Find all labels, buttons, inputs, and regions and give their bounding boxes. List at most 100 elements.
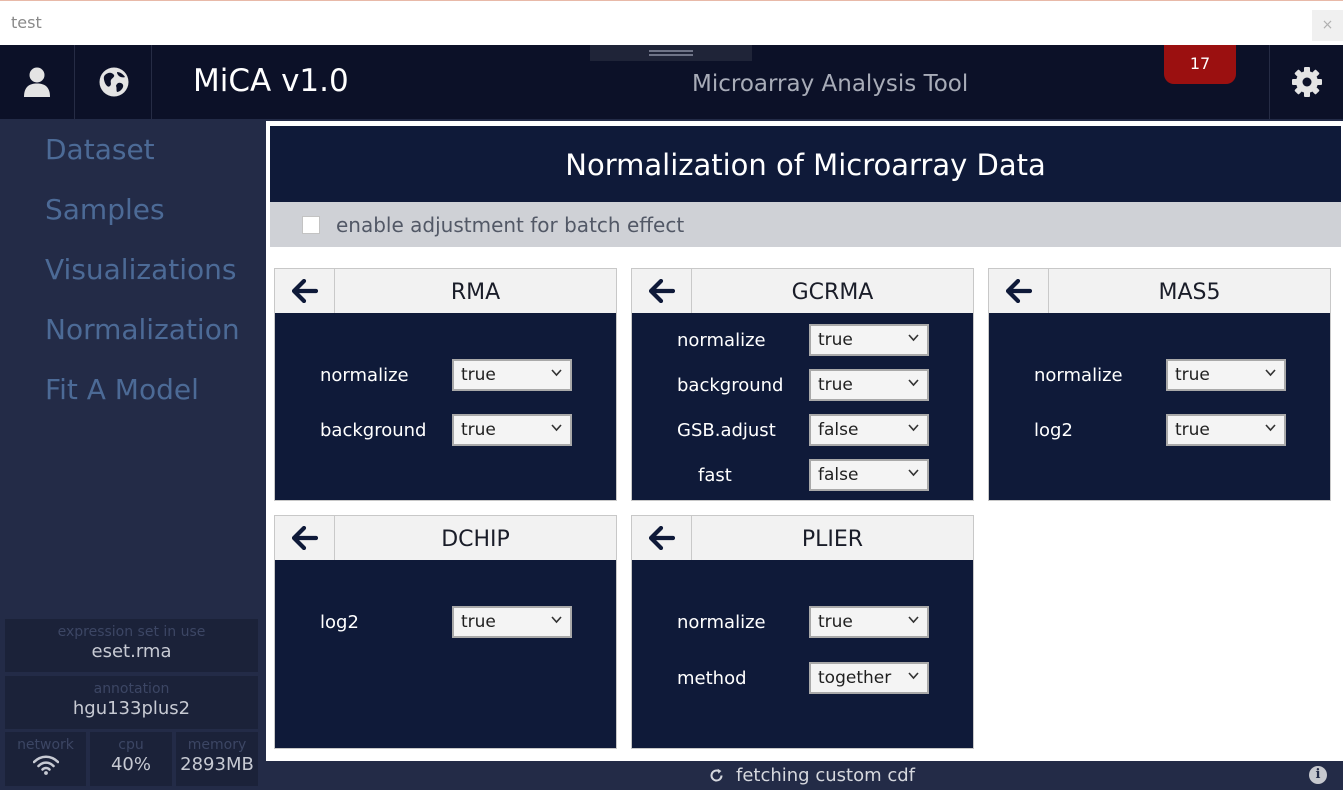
chevron-down-icon bbox=[551, 369, 562, 377]
window-title: test bbox=[11, 13, 42, 32]
plier-method-label: method bbox=[677, 668, 747, 689]
network-box: network bbox=[5, 732, 86, 786]
plier-normalize-select[interactable]: true bbox=[809, 606, 929, 638]
plier-method-select[interactable]: together bbox=[809, 662, 929, 694]
user-icon bbox=[24, 67, 50, 97]
cpu-value: 40% bbox=[110, 754, 151, 775]
panel-title: MAS5 bbox=[1158, 280, 1221, 305]
chevron-down-icon bbox=[908, 672, 919, 680]
gcrma-normalize-label: normalize bbox=[677, 330, 766, 351]
arrow-left-icon bbox=[291, 526, 318, 550]
chevron-down-icon bbox=[908, 469, 919, 477]
main-content: Normalization of Microarray Data enable … bbox=[263, 119, 1343, 761]
panel-header: RMA bbox=[275, 269, 616, 313]
expression-set-label: expression set in use bbox=[57, 624, 206, 640]
drag-handle[interactable] bbox=[590, 45, 752, 61]
app-subtitle: Microarray Analysis Tool bbox=[692, 71, 969, 97]
select-value: true bbox=[818, 375, 853, 395]
app-window: test × MiCA v1.0 Microarray Analysis Too… bbox=[0, 0, 1343, 790]
nav-item-dataset[interactable]: Dataset bbox=[45, 133, 155, 166]
batch-effect-label: enable adjustment for batch effect bbox=[336, 213, 685, 237]
settings-button[interactable] bbox=[1269, 45, 1343, 119]
select-value: false bbox=[818, 420, 859, 440]
notification-badge[interactable]: 17 bbox=[1164, 45, 1236, 84]
rma-normalize-select[interactable]: true bbox=[452, 359, 572, 391]
batch-effect-checkbox[interactable] bbox=[302, 216, 320, 234]
mas5-back-button[interactable] bbox=[989, 269, 1049, 313]
refresh-icon bbox=[710, 768, 723, 782]
gear-icon bbox=[1291, 67, 1322, 97]
panel-header: MAS5 bbox=[989, 269, 1330, 313]
panel-header: DCHIP bbox=[275, 516, 616, 560]
batch-effect-bar: enable adjustment for batch effect bbox=[270, 202, 1341, 247]
chevron-down-icon bbox=[1265, 369, 1276, 377]
arrow-left-icon bbox=[291, 279, 318, 303]
dchip-back-button[interactable] bbox=[275, 516, 335, 560]
dchip-log2-label: log2 bbox=[320, 612, 359, 633]
cpu-label: cpu bbox=[118, 737, 144, 753]
panel-mas5: MAS5 normalize true log2 true bbox=[988, 268, 1331, 501]
sidebar: Dataset Samples Visualizations Normaliza… bbox=[0, 119, 263, 790]
panel-title: RMA bbox=[450, 280, 501, 305]
window-close-button[interactable]: × bbox=[1312, 10, 1343, 41]
select-value: true bbox=[461, 420, 496, 440]
rma-back-button[interactable] bbox=[275, 269, 335, 313]
arrow-left-icon bbox=[648, 526, 675, 550]
memory-value: 2893MB bbox=[180, 754, 254, 775]
annotation-box: annotation hgu133plus2 bbox=[5, 676, 258, 729]
panel-dchip: DCHIP log2 true bbox=[274, 515, 617, 749]
nav-item-fit-a-model[interactable]: Fit A Model bbox=[45, 373, 199, 406]
status-bar: fetching custom cdf i bbox=[263, 761, 1343, 790]
panel-plier: PLIER normalize true method together bbox=[631, 515, 974, 749]
annotation-value: hgu133plus2 bbox=[72, 698, 191, 719]
globe-button[interactable] bbox=[76, 45, 152, 119]
nav-item-visualizations[interactable]: Visualizations bbox=[45, 253, 236, 286]
nav-item-normalization[interactable]: Normalization bbox=[45, 313, 240, 346]
select-value: true bbox=[461, 365, 496, 385]
mas5-normalize-select[interactable]: true bbox=[1166, 359, 1286, 391]
chevron-down-icon bbox=[908, 424, 919, 432]
app-header: MiCA v1.0 Microarray Analysis Tool 17 bbox=[0, 45, 1343, 119]
plier-normalize-label: normalize bbox=[677, 612, 766, 633]
select-value: together bbox=[818, 668, 892, 688]
info-icon[interactable]: i bbox=[1309, 766, 1327, 784]
chevron-down-icon bbox=[1265, 424, 1276, 432]
user-button[interactable] bbox=[0, 45, 75, 119]
chevron-down-icon bbox=[551, 424, 562, 432]
select-value: true bbox=[818, 330, 853, 350]
panel-header: PLIER bbox=[632, 516, 973, 560]
gcrma-background-label: background bbox=[677, 375, 784, 396]
select-value: true bbox=[818, 612, 853, 632]
panel-title: DCHIP bbox=[441, 527, 510, 552]
chevron-down-icon bbox=[908, 379, 919, 387]
select-value: false bbox=[818, 465, 859, 485]
expression-set-box: expression set in use eset.rma bbox=[5, 619, 258, 672]
annotation-label: annotation bbox=[93, 681, 170, 697]
chevron-down-icon bbox=[908, 616, 919, 624]
memory-label: memory bbox=[187, 737, 247, 753]
rma-background-select[interactable]: true bbox=[452, 414, 572, 446]
globe-icon bbox=[99, 67, 128, 97]
gcrma-normalize-select[interactable]: true bbox=[809, 324, 929, 356]
gcrma-gsb-adjust-select[interactable]: false bbox=[809, 414, 929, 446]
rma-normalize-label: normalize bbox=[320, 365, 409, 386]
select-value: true bbox=[1175, 365, 1210, 385]
gcrma-background-select[interactable]: true bbox=[809, 369, 929, 401]
mas5-log2-select[interactable]: true bbox=[1166, 414, 1286, 446]
page-title: Normalization of Microarray Data bbox=[270, 126, 1341, 202]
gcrma-fast-select[interactable]: false bbox=[809, 459, 929, 491]
dchip-log2-select[interactable]: true bbox=[452, 606, 572, 638]
gcrma-fast-label: fast bbox=[698, 465, 732, 486]
expression-set-value: eset.rma bbox=[91, 641, 172, 662]
wifi-icon bbox=[32, 755, 59, 775]
chevron-down-icon bbox=[551, 616, 562, 624]
panel-gcrma: GCRMA normalize true background true GSB… bbox=[631, 268, 974, 501]
memory-box: memory 2893MB bbox=[176, 732, 258, 786]
network-label: network bbox=[17, 737, 74, 753]
nav-item-samples[interactable]: Samples bbox=[45, 193, 165, 226]
chevron-down-icon bbox=[908, 334, 919, 342]
window-titlebar: test × bbox=[0, 0, 1343, 45]
plier-back-button[interactable] bbox=[632, 516, 692, 560]
select-value: true bbox=[461, 612, 496, 632]
gcrma-back-button[interactable] bbox=[632, 269, 692, 313]
